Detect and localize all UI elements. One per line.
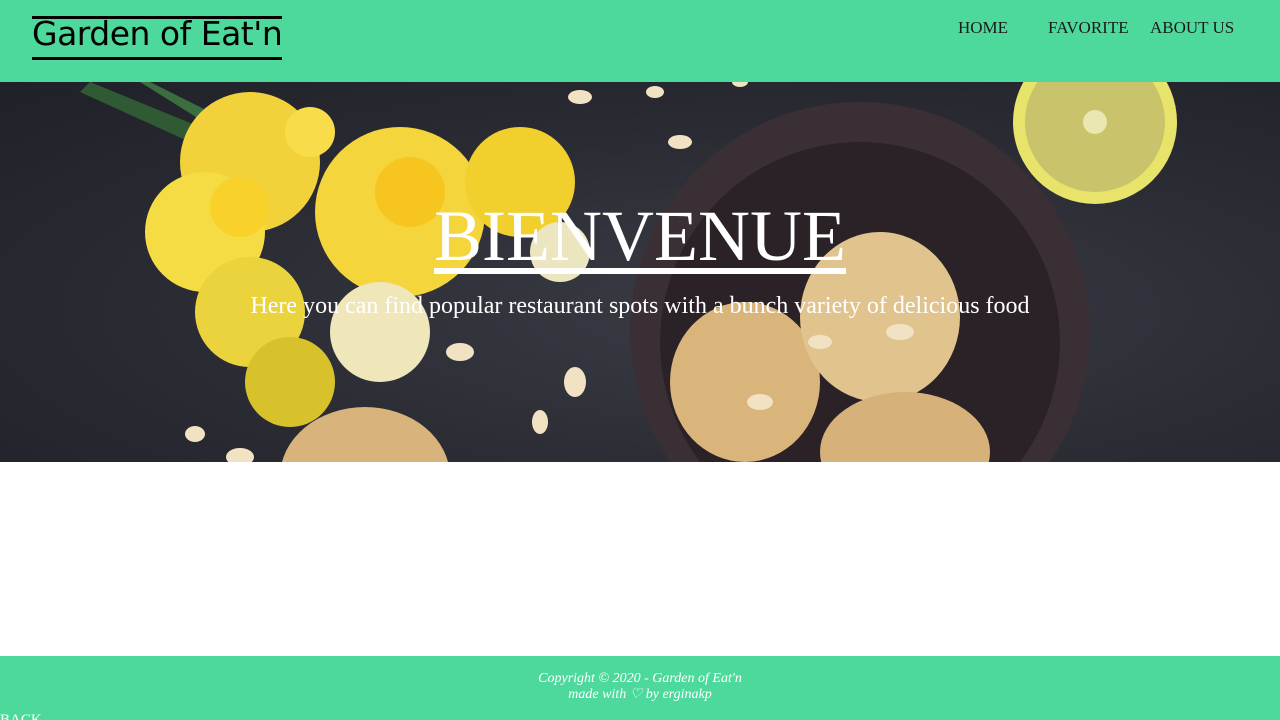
- hero-title: BIENVENUE: [0, 200, 1280, 274]
- nav-home[interactable]: HOME: [958, 18, 1008, 38]
- copyright-text: Copyright © 2020 - Garden of Eat'n: [538, 671, 742, 686]
- back-link[interactable]: BACK: [0, 712, 42, 720]
- lemon-core: [1083, 110, 1107, 134]
- nav-about-us[interactable]: ABOUT US: [1150, 18, 1234, 38]
- hero-title-text: BIENVENUE: [434, 196, 846, 276]
- brand-link[interactable]: Garden of Eat'n: [32, 16, 283, 52]
- hero-subtitle: Here you can find popular restaurant spo…: [250, 293, 1030, 319]
- hero-banner: BIENVENUE Here you can find popular rest…: [0, 82, 1280, 462]
- site-footer: Copyright © 2020 - Garden of Eat'n made …: [0, 656, 1280, 720]
- cookie-1: [670, 302, 820, 462]
- made-with-text: made with ♡ by erginakp: [568, 687, 712, 702]
- site-header: Garden of Eat'n HOME FAVORITE ABOUT US: [0, 0, 1280, 82]
- nav-favorite[interactable]: FAVORITE: [1048, 18, 1129, 38]
- brand-logo[interactable]: Garden of Eat'n: [32, 16, 283, 60]
